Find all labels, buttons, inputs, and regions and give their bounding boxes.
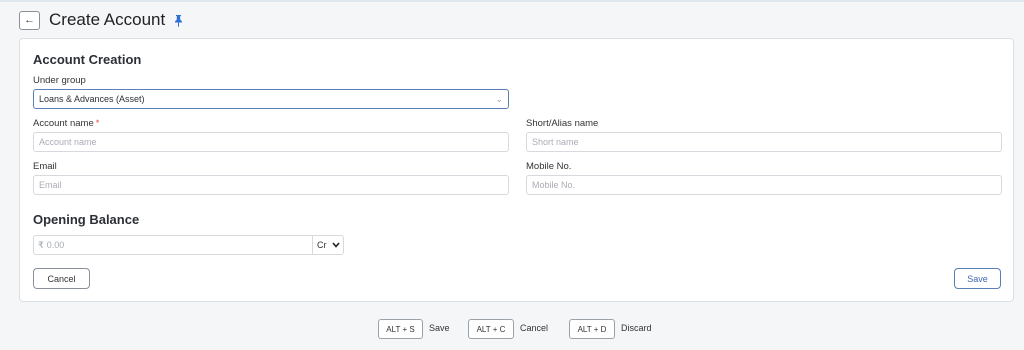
opening-balance-field: ₹ 0.00 Cr <box>33 235 344 255</box>
email-input[interactable]: Email <box>33 175 509 195</box>
account-form-card: Account Creation Under group Loans & Adv… <box>19 38 1014 302</box>
save-button[interactable]: Save <box>954 268 1001 289</box>
under-group-value: Loans & Advances (Asset) <box>39 94 145 104</box>
account-name-input[interactable]: Account name <box>33 132 509 152</box>
section-title-opening-balance: Opening Balance <box>33 212 140 227</box>
opening-balance-input[interactable]: 0.00 <box>44 240 312 250</box>
top-border <box>0 0 1024 2</box>
back-button[interactable]: ← <box>19 10 40 30</box>
mobile-input[interactable]: Mobile No. <box>526 175 1002 195</box>
email-label: Email <box>33 161 57 172</box>
chevron-down-icon <box>332 242 340 248</box>
shortcut-discard-keys[interactable]: ALT + D <box>569 319 615 339</box>
page-header: ← Create Account <box>19 9 184 31</box>
mobile-label: Mobile No. <box>526 161 572 172</box>
alias-name-label: Short/Alias name <box>526 118 599 129</box>
alias-name-placeholder: Short name <box>532 137 579 147</box>
page-title: Create Account <box>49 10 166 29</box>
pin-icon[interactable] <box>174 13 184 27</box>
shortcut-cancel-keys[interactable]: ALT + C <box>468 319 514 339</box>
under-group-select[interactable]: Loans & Advances (Asset) ⌄ <box>33 89 509 109</box>
chevron-down-icon: ⌄ <box>495 93 503 104</box>
shortcut-cancel-label: Cancel <box>520 323 549 333</box>
shortcut-save-keys[interactable]: ALT + S <box>378 319 423 339</box>
rupee-icon: ₹ <box>38 239 44 250</box>
shortcut-save-label: Save <box>429 323 450 333</box>
account-name-label: Account name * <box>33 118 100 129</box>
cancel-button[interactable]: Cancel <box>33 268 90 289</box>
cr-dr-select[interactable]: Cr <box>312 236 343 254</box>
cr-dr-value: Cr <box>317 240 327 250</box>
account-name-placeholder: Account name <box>39 137 97 147</box>
shortcut-discard-label: Discard <box>621 323 652 333</box>
back-arrow-icon: ← <box>24 14 35 26</box>
section-title-account-creation: Account Creation <box>33 52 142 67</box>
alias-name-input[interactable]: Short name <box>526 132 1002 152</box>
mobile-placeholder: Mobile No. <box>532 180 576 190</box>
required-mark: * <box>95 118 100 129</box>
under-group-label: Under group <box>33 75 86 86</box>
email-placeholder: Email <box>39 180 62 190</box>
keyboard-shortcuts-bar: ALT + S Save ALT + C Cancel ALT + D Disc… <box>0 319 1024 339</box>
